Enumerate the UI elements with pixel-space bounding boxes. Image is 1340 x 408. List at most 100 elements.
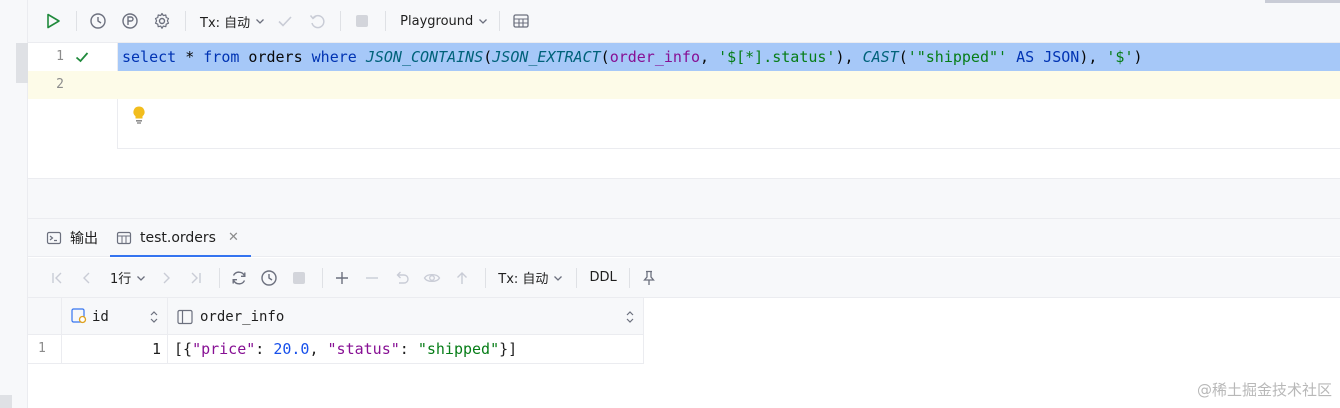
- close-icon[interactable]: ✕: [228, 230, 239, 245]
- code-token: ),: [835, 48, 863, 66]
- rollback-button[interactable]: [304, 8, 330, 34]
- current-line-highlight: [118, 71, 1340, 99]
- editor-line[interactable]: 2: [28, 71, 1340, 99]
- sort-icon[interactable]: [149, 310, 159, 324]
- scroll-marker: [0, 395, 12, 408]
- clock-icon: [261, 269, 277, 286]
- stop-icon: [293, 271, 306, 284]
- json-token: :: [399, 340, 418, 358]
- code-token: JSON: [1043, 48, 1080, 66]
- code-token: ): [1133, 48, 1143, 66]
- tab-test-orders[interactable]: test.orders ✕: [110, 219, 251, 257]
- refresh-button[interactable]: [226, 265, 252, 291]
- json-token: [{: [174, 340, 193, 358]
- column-header-order-info[interactable]: order_info: [168, 298, 644, 335]
- gutter-marker: [16, 43, 28, 83]
- toolbar-separator: [185, 11, 186, 31]
- play-icon: [47, 13, 60, 29]
- json-token: "shipped": [417, 340, 500, 358]
- line-number: 2: [56, 77, 64, 92]
- sort-icon[interactable]: [625, 310, 635, 324]
- rows-count-label: 1行: [110, 272, 132, 287]
- ddl-button[interactable]: DDL: [583, 265, 622, 291]
- table-row[interactable]: 1 1 [{"price": 20.0, "status": "shipped"…: [28, 335, 644, 364]
- previous-page-button[interactable]: [74, 265, 100, 291]
- code-token: CAST: [862, 48, 899, 66]
- toolbar-separator: [499, 11, 501, 31]
- refresh-icon: [232, 270, 246, 285]
- primary-key-column-icon: [71, 308, 87, 324]
- next-page-button[interactable]: [153, 265, 179, 291]
- transaction-mode-label: Tx: 自动: [200, 15, 251, 31]
- stop-button[interactable]: [349, 8, 375, 34]
- revert-button[interactable]: [389, 265, 415, 291]
- code-token: orders: [239, 48, 312, 66]
- watermark: @稀土掘金技术社区: [1196, 381, 1332, 399]
- row-number-header: [28, 298, 62, 335]
- tab-output[interactable]: 输出: [40, 219, 110, 256]
- stop-icon: [356, 15, 369, 27]
- toolbar-separator: [322, 267, 324, 288]
- submit-button[interactable]: [449, 265, 475, 291]
- toolbar-separator: [485, 267, 487, 288]
- panel-splitter[interactable]: [28, 179, 1340, 219]
- code-token: '"shipped"': [907, 48, 1008, 66]
- table-view-button[interactable]: [508, 8, 534, 34]
- preview-changes-button[interactable]: [419, 265, 445, 291]
- toolbar-separator: [340, 11, 342, 31]
- undo-icon: [310, 14, 325, 29]
- chevron-down-icon: [256, 19, 265, 24]
- add-row-button[interactable]: [329, 265, 355, 291]
- grid-header: id order_info: [28, 298, 644, 335]
- playground-dropdown[interactable]: Playground: [394, 8, 495, 34]
- column-header-id[interactable]: id: [62, 298, 168, 335]
- console-icon: [46, 231, 62, 244]
- cell-order-info[interactable]: [{"price": 20.0, "status": "shipped"}]: [168, 335, 644, 364]
- first-page-icon: [52, 272, 62, 283]
- cell-id[interactable]: 1: [62, 335, 168, 364]
- first-page-button[interactable]: [44, 265, 70, 291]
- minus-icon: [366, 276, 379, 279]
- clock-icon: [90, 13, 106, 29]
- code-token: ),: [1079, 48, 1107, 66]
- playground-label: Playground: [400, 13, 474, 29]
- window-edge: [1265, 0, 1340, 3]
- history-button[interactable]: [85, 8, 111, 34]
- run-button[interactable]: [40, 8, 66, 34]
- line-number: 1: [56, 49, 64, 64]
- pin-tab-button[interactable]: [636, 265, 662, 291]
- code-token: (: [898, 48, 908, 66]
- json-token: :: [255, 340, 274, 358]
- code-token: JSON_CONTAINS: [365, 48, 484, 66]
- explain-plan-button[interactable]: [117, 8, 143, 34]
- code-token: ,: [700, 48, 719, 66]
- arrow-up-icon: [457, 271, 468, 284]
- intention-bulb-icon[interactable]: [131, 105, 147, 129]
- delete-row-button[interactable]: [359, 265, 385, 291]
- toolbar-separator: [628, 267, 630, 288]
- code-token: '$': [1106, 48, 1134, 66]
- stop-button[interactable]: [286, 265, 312, 291]
- json-token: 20.0: [273, 340, 310, 358]
- sql-editor[interactable]: 1 select * from orders where JSON_CONTAI…: [16, 43, 1340, 149]
- tab-label: 输出: [70, 230, 98, 247]
- success-check-icon: [74, 49, 90, 69]
- column-icon: [177, 309, 193, 324]
- page-size-dropdown[interactable]: 1行: [104, 265, 153, 291]
- ddl-label: DDL: [589, 270, 617, 285]
- history-button[interactable]: [256, 265, 282, 291]
- sql-code[interactable]: select * from orders where JSON_CONTAINS…: [122, 48, 1143, 66]
- editor-line[interactable]: 1 select * from orders where JSON_CONTAI…: [28, 43, 1340, 71]
- toolbar-separator: [76, 11, 77, 31]
- transaction-mode-dropdown[interactable]: Tx: 自动: [194, 8, 272, 34]
- settings-button[interactable]: [149, 8, 175, 34]
- toolbar-separator: [385, 11, 387, 31]
- table-icon: [513, 14, 529, 28]
- code-token: (: [600, 48, 610, 66]
- last-page-button[interactable]: [183, 265, 209, 291]
- results-tabs: 输出 test.orders ✕: [28, 219, 1340, 257]
- transaction-mode-dropdown[interactable]: Tx: 自动: [492, 265, 570, 291]
- commit-button[interactable]: [272, 8, 298, 34]
- row-number: 1: [28, 335, 62, 364]
